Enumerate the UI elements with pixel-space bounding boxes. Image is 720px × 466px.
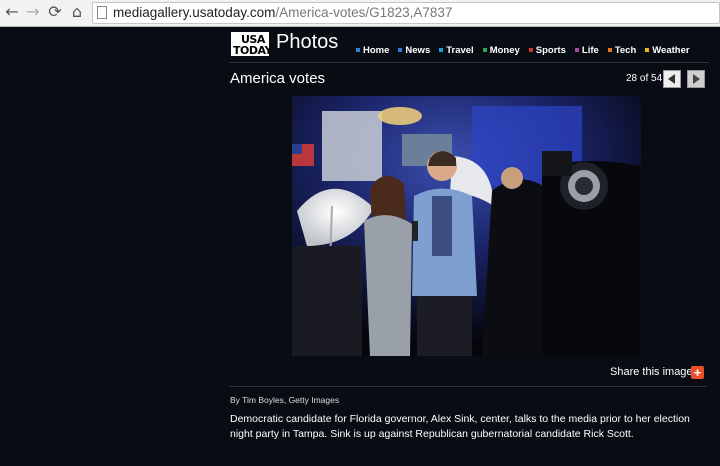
page-icon xyxy=(97,6,107,19)
section-nav: Home News Travel Money Sports Life Tech Weather xyxy=(356,40,699,58)
nav-bullet-icon xyxy=(398,48,403,53)
nav-item-tech[interactable]: Tech xyxy=(607,45,637,56)
photo-credit: By Tim Boyles, Getty Images xyxy=(230,395,340,405)
forward-icon[interactable]: → xyxy=(24,3,42,21)
browser-toolbar: ← → ⟳ ⌂ mediagallery.usatoday.com/Americ… xyxy=(0,0,720,27)
nav-item-news[interactable]: News xyxy=(398,45,430,56)
reload-icon[interactable]: ⟳ xyxy=(46,3,64,21)
arrow-right-icon xyxy=(693,74,700,84)
nav-item-label: News xyxy=(405,45,431,56)
usa-today-logo[interactable]: USA TODAY xyxy=(231,32,272,57)
previous-photo-button[interactable] xyxy=(663,70,681,88)
share-plus-button[interactable]: + xyxy=(691,366,704,379)
url-host: mediagallery.usatoday.com xyxy=(113,5,276,20)
nav-item-label: Travel xyxy=(446,45,474,56)
nav-bullet-icon xyxy=(528,48,533,53)
nav-item-money[interactable]: Money xyxy=(482,45,520,56)
photo-image xyxy=(292,96,641,356)
nav-item-label: Money xyxy=(489,45,520,56)
nav-bullet-icon xyxy=(356,48,360,53)
next-photo-button[interactable] xyxy=(687,70,705,88)
nav-item-sports[interactable]: Sports xyxy=(528,45,566,56)
url-text[interactable]: mediagallery.usatoday.com/America-votes/… xyxy=(113,5,452,20)
url-path: /America-votes/G1823,A7837 xyxy=(275,5,453,20)
caption-divider xyxy=(229,386,707,387)
gallery-title: America votes xyxy=(230,70,326,87)
header-divider xyxy=(229,62,709,63)
photo-caption: Democratic candidate for Florida governo… xyxy=(230,413,690,440)
gallery-photo[interactable] xyxy=(292,96,641,356)
nav-item-label: Weather xyxy=(652,45,690,56)
nav-item-label: Sports xyxy=(535,45,566,56)
nav-item-home[interactable]: Home xyxy=(356,45,389,56)
nav-item-label: Home xyxy=(363,45,390,56)
nav-bullet-icon xyxy=(607,48,612,53)
address-bar[interactable]: mediagallery.usatoday.com/America-votes/… xyxy=(92,2,720,24)
back-icon[interactable]: ← xyxy=(3,3,21,21)
nav-bullet-icon xyxy=(482,48,487,53)
nav-item-label: Tech xyxy=(614,45,637,56)
logo-line2: TODAY xyxy=(233,44,272,57)
nav-item-label: Life xyxy=(581,45,599,56)
nav-bullet-icon xyxy=(645,48,650,53)
nav-item-weather[interactable]: Weather xyxy=(645,45,690,56)
nav-bullet-icon xyxy=(574,48,579,53)
site-header: USA TODAY Photos Home News Travel Money Spor… xyxy=(229,30,709,60)
section-title: Photos xyxy=(276,31,339,53)
nav-bullet-icon xyxy=(439,48,444,53)
home-icon[interactable]: ⌂ xyxy=(68,3,86,21)
share-label: Share this image: xyxy=(610,366,696,378)
arrow-left-icon xyxy=(668,74,675,84)
nav-item-travel[interactable]: Travel xyxy=(439,45,474,56)
photo-counter: 28 of 54 xyxy=(626,73,663,84)
nav-item-life[interactable]: Life xyxy=(574,45,599,56)
